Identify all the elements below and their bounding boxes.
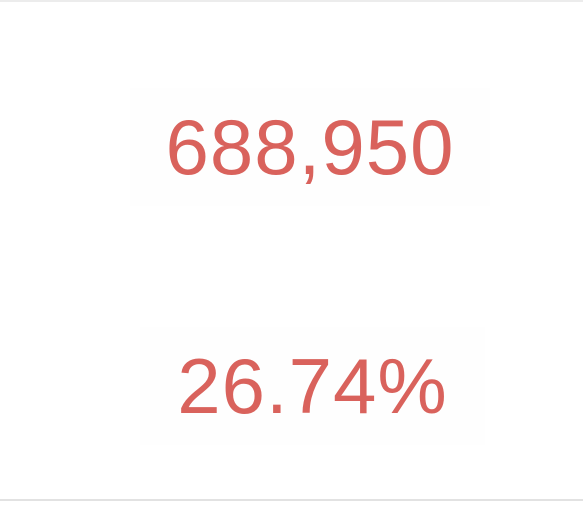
bottom-divider — [0, 499, 583, 501]
primary-stat-cell: 688,950 — [130, 88, 490, 206]
secondary-stat-cell: 26.74% — [140, 327, 485, 445]
top-divider — [0, 0, 583, 2]
percentage-stat-value: 26.74% — [177, 342, 448, 430]
primary-stat-value: 688,950 — [165, 103, 455, 191]
